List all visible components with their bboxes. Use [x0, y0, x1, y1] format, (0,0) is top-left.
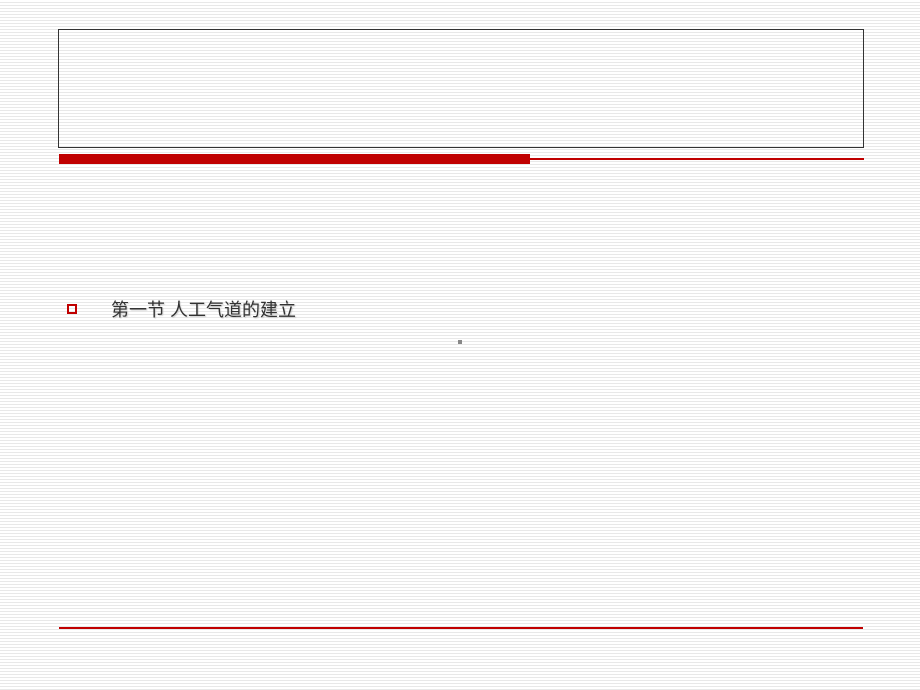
bullet-square-icon — [67, 304, 77, 314]
center-marker — [458, 340, 462, 344]
divider-thick — [59, 154, 530, 164]
bullet-item: 第一节 人工气道的建立 — [67, 296, 296, 322]
footer-divider — [59, 627, 863, 629]
divider-thin — [530, 158, 864, 160]
bullet-text: 第一节 人工气道的建立 — [111, 296, 296, 322]
title-box — [58, 29, 864, 148]
